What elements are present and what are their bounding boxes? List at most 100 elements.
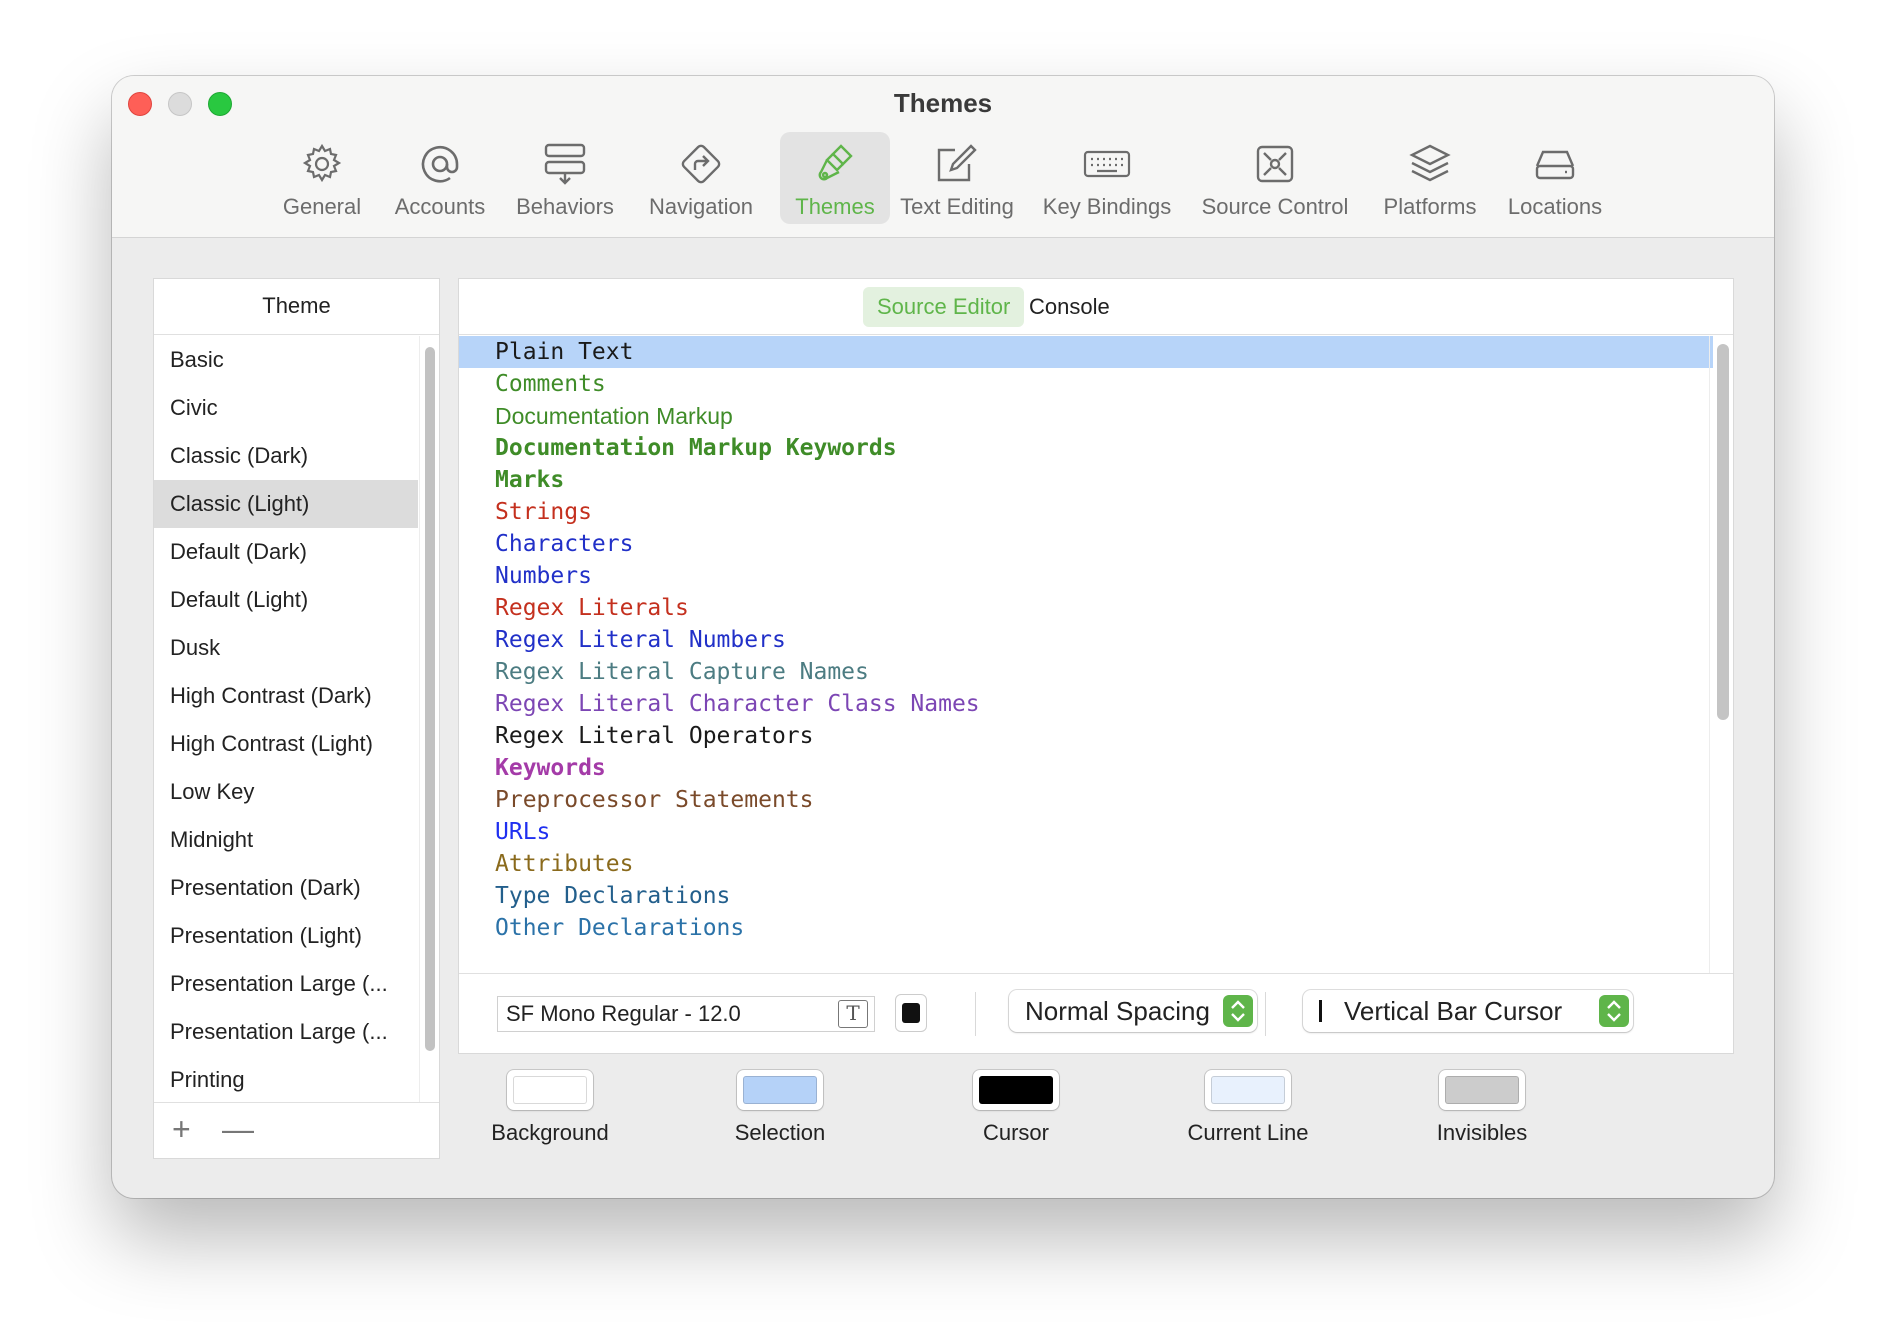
chevron-updown-icon xyxy=(1223,995,1253,1027)
syntax-item[interactable]: URLs xyxy=(459,816,1713,848)
titlebar: Themes General Accounts Behaviors Naviga… xyxy=(112,76,1774,238)
font-field-value: SF Mono Regular - 12.0 xyxy=(506,1001,741,1026)
theme-list-scrollbar[interactable] xyxy=(425,347,435,1051)
theme-item-classic-dark[interactable]: Classic (Dark) xyxy=(154,432,418,480)
tab-label: Locations xyxy=(1507,194,1603,219)
tab-behaviors[interactable]: Behaviors xyxy=(508,132,622,224)
syntax-item[interactable]: Keywords xyxy=(459,752,1713,784)
text-color-well[interactable] xyxy=(895,994,927,1032)
tab-source-editor[interactable]: Source Editor xyxy=(863,287,1025,327)
syntax-item[interactable]: Documentation Markup xyxy=(459,400,1713,432)
swatch-label: Invisibles xyxy=(1436,1120,1528,1145)
theme-item-civic[interactable]: Civic xyxy=(154,384,418,432)
theme-item-basic[interactable]: Basic xyxy=(154,336,418,384)
theme-item-dusk[interactable]: Dusk xyxy=(154,624,418,672)
gear-icon xyxy=(302,143,342,183)
tab-label: Behaviors xyxy=(516,194,614,219)
tab-label: Platforms xyxy=(1383,194,1477,219)
current-line-color-well[interactable] xyxy=(1205,1070,1291,1110)
theme-item-printing[interactable]: Printing xyxy=(154,1056,418,1098)
tab-label: Accounts xyxy=(394,194,486,219)
syntax-item[interactable]: Characters xyxy=(459,528,1713,560)
syntax-list-scrollbar[interactable] xyxy=(1717,344,1729,720)
spacing-popup-value: Normal Spacing xyxy=(1025,996,1210,1026)
tab-key-bindings[interactable]: Key Bindings xyxy=(1034,132,1180,224)
tab-label: Source Control xyxy=(1201,194,1349,219)
paintbrush-icon xyxy=(818,144,853,181)
selection-swatch-group: Selection xyxy=(680,1070,880,1146)
syntax-item-list[interactable]: Plain Text Comments Documentation Markup Do… xyxy=(459,336,1713,973)
theme-list-footer: + — xyxy=(154,1102,439,1158)
current-line-swatch-group: Current Line xyxy=(1148,1070,1348,1146)
theme-item-presentation-dark[interactable]: Presentation (Dark) xyxy=(154,864,418,912)
theme-item-presentation-large-1[interactable]: Presentation Large (... xyxy=(154,960,418,1008)
syntax-item[interactable]: Comments xyxy=(459,368,1713,400)
theme-item-high-contrast-light[interactable]: High Contrast (Light) xyxy=(154,720,418,768)
syntax-item[interactable]: Other Declarations xyxy=(459,912,1713,944)
cursor-swatch-group: Cursor xyxy=(916,1070,1116,1146)
theme-item-high-contrast-dark[interactable]: High Contrast (Dark) xyxy=(154,672,418,720)
tab-label: Themes xyxy=(795,194,875,219)
syntax-item[interactable]: Regex Literal Character Class Names xyxy=(459,688,1713,720)
window-title: Themes xyxy=(893,88,993,118)
font-picker-icon[interactable]: T xyxy=(838,1000,868,1028)
preferences-toolbar: General Accounts Behaviors Navigation Th… xyxy=(112,132,1774,232)
tab-console[interactable]: Console xyxy=(1015,287,1124,327)
font-field[interactable]: SF Mono Regular - 12.0 T xyxy=(497,996,875,1032)
preferences-window: Themes General Accounts Behaviors Naviga… xyxy=(112,76,1774,1198)
theme-item-default-dark[interactable]: Default (Dark) xyxy=(154,528,418,576)
divider xyxy=(975,992,976,1036)
source-control-icon xyxy=(1256,145,1294,183)
remove-theme-button[interactable]: — xyxy=(222,1111,254,1147)
tab-locations[interactable]: Locations xyxy=(1498,132,1612,224)
font-controls: SF Mono Regular - 12.0 T Normal Spacing … xyxy=(459,973,1733,1055)
syntax-item[interactable]: Attributes xyxy=(459,848,1713,880)
theme-item-presentation-light[interactable]: Presentation (Light) xyxy=(154,912,418,960)
theme-list-header: Theme xyxy=(154,279,439,335)
syntax-item[interactable]: Regex Literal Capture Names xyxy=(459,656,1713,688)
theme-list[interactable]: Basic Civic Classic (Dark) Classic (Ligh… xyxy=(154,336,418,1098)
tab-label: Text Editing xyxy=(900,194,1014,219)
add-theme-button[interactable]: + xyxy=(172,1111,191,1147)
syntax-item[interactable]: Strings xyxy=(459,496,1713,528)
tab-source-control[interactable]: Source Control xyxy=(1190,132,1360,224)
tab-general[interactable]: General xyxy=(272,132,372,224)
theme-item-presentation-large-2[interactable]: Presentation Large (... xyxy=(154,1008,418,1056)
chevron-updown-icon xyxy=(1599,995,1629,1027)
background-color-well[interactable] xyxy=(507,1070,593,1110)
behaviors-icon xyxy=(544,143,586,185)
theme-item-default-light[interactable]: Default (Light) xyxy=(154,576,418,624)
tab-text-editing[interactable]: Text Editing xyxy=(890,132,1024,224)
theme-item-classic-light[interactable]: Classic (Light) xyxy=(154,480,418,528)
navigation-icon xyxy=(681,144,721,184)
syntax-item[interactable]: Documentation Markup Keywords xyxy=(459,432,1713,464)
tab-platforms[interactable]: Platforms xyxy=(1372,132,1488,224)
syntax-item[interactable]: Marks xyxy=(459,464,1713,496)
theme-item-low-key[interactable]: Low Key xyxy=(154,768,418,816)
cursor-color-well[interactable] xyxy=(973,1070,1059,1110)
cursor-style-popup[interactable]: Vertical Bar Cursor xyxy=(1303,990,1633,1032)
theme-item-midnight[interactable]: Midnight xyxy=(154,816,418,864)
syntax-item[interactable]: Plain Text xyxy=(459,336,1713,368)
syntax-editor-panel: Source Editor Console Plain Text Comments… xyxy=(458,278,1734,1054)
syntax-item[interactable]: Numbers xyxy=(459,560,1713,592)
swatch-label: Selection xyxy=(734,1120,826,1145)
drive-icon xyxy=(1535,150,1575,180)
syntax-item[interactable]: Regex Literal Operators xyxy=(459,720,1713,752)
spacing-popup[interactable]: Normal Spacing xyxy=(1009,990,1257,1032)
tab-label: Key Bindings xyxy=(1042,194,1172,219)
tab-label: Navigation xyxy=(649,194,753,219)
tab-navigation[interactable]: Navigation xyxy=(634,132,768,224)
tab-accounts[interactable]: Accounts xyxy=(384,132,496,224)
divider xyxy=(1265,992,1266,1036)
swatch-label: Background xyxy=(491,1120,609,1145)
selection-color-well[interactable] xyxy=(737,1070,823,1110)
tab-themes[interactable]: Themes xyxy=(780,132,890,224)
syntax-item[interactable]: Regex Literals xyxy=(459,592,1713,624)
syntax-item[interactable]: Type Declarations xyxy=(459,880,1713,912)
tab-label: General xyxy=(282,194,362,219)
syntax-item[interactable]: Regex Literal Numbers xyxy=(459,624,1713,656)
keyboard-icon xyxy=(1083,150,1131,178)
invisibles-color-well[interactable] xyxy=(1439,1070,1525,1110)
syntax-item[interactable]: Preprocessor Statements xyxy=(459,784,1713,816)
